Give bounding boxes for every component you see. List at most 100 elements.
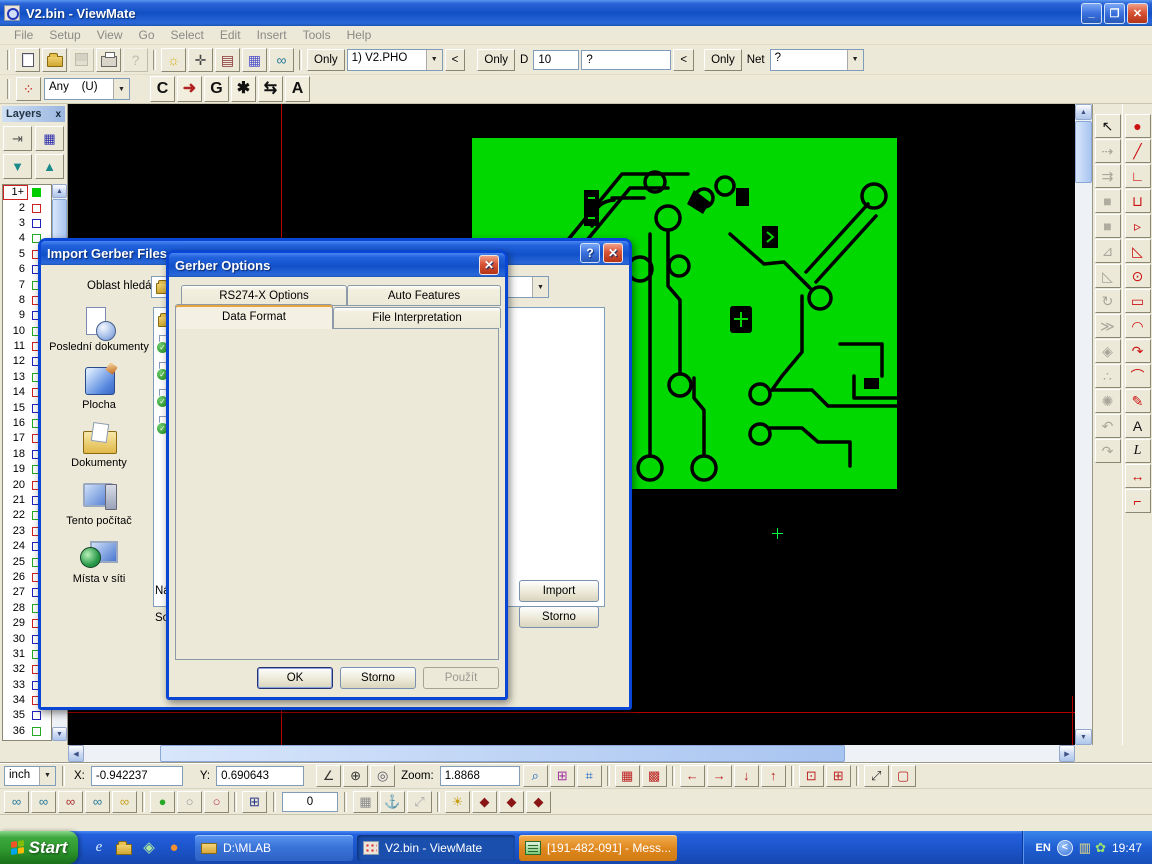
zoom-in-button[interactable]: ⌕ — [523, 765, 548, 787]
transfer-all-button[interactable]: ⇉ — [1095, 164, 1121, 188]
layer-swatch[interactable] — [32, 188, 41, 197]
dcode-arrow-button[interactable]: ➜ — [177, 76, 202, 102]
draw-sketch-button[interactable]: ✎ — [1125, 389, 1151, 413]
unit-combo[interactable]: inch ▼ — [4, 766, 56, 786]
chevron-down-icon[interactable]: ▼ — [847, 50, 863, 70]
layer-swatch[interactable] — [32, 204, 41, 213]
layer-combo[interactable]: 1) V2.PHO ▼ — [347, 49, 443, 71]
storno-button[interactable]: Storno — [340, 667, 416, 689]
place-recent-documents[interactable]: Poslední dokumenty — [49, 307, 149, 353]
pad-mode-button[interactable]: ◆ — [472, 791, 497, 813]
dcode-type-combo[interactable]: Any (U) ▼ — [44, 78, 130, 100]
menu-view[interactable]: View — [89, 27, 131, 43]
filled-square-alt-button[interactable]: ■ — [1095, 214, 1121, 238]
chevron-down-icon[interactable]: ▼ — [113, 79, 129, 99]
tab-data-format[interactable]: Data Format — [175, 304, 333, 329]
zoom-dcode-button[interactable]: ⌗ — [577, 765, 602, 787]
canvas-vertical-scrollbar[interactable]: ▲ ▼ — [1075, 104, 1092, 745]
draw-pad-button[interactable]: ● — [1125, 114, 1151, 138]
mirror-horizontal-button[interactable]: ◺ — [1095, 264, 1121, 288]
region-select-button[interactable]: ▢ — [891, 765, 916, 787]
anchor-button[interactable]: ⚓ — [380, 791, 405, 813]
layer-colors-button[interactable]: ▦ — [35, 126, 64, 151]
zoom-field[interactable]: 1.8868 — [440, 766, 520, 786]
help-button[interactable]: ? — [580, 243, 600, 263]
dcode-filter-input[interactable]: ? — [581, 50, 671, 70]
pad-scale-button[interactable]: ◆ — [499, 791, 524, 813]
scrollbar-thumb[interactable] — [1075, 121, 1092, 183]
scroll-up-icon[interactable]: ▲ — [52, 184, 67, 198]
menu-edit[interactable]: Edit — [212, 27, 249, 43]
mirror-vertical-button[interactable]: ⊿ — [1095, 239, 1121, 263]
previous-dcode-button[interactable]: < — [673, 49, 694, 71]
restore-button[interactable]: ❐ — [1104, 3, 1125, 24]
tab-auto-features[interactable]: Auto Features — [347, 285, 501, 306]
inspect-glasses-button[interactable]: ∞ — [269, 48, 294, 72]
internet-explorer-button[interactable]: e — [88, 836, 110, 860]
view-draw-glasses-button[interactable]: ∞ — [85, 791, 110, 813]
draw-arc-button[interactable]: ◠ — [1125, 314, 1151, 338]
redraw-button[interactable]: ☼ — [161, 48, 186, 72]
draw-curve-button[interactable]: ↷ — [1125, 339, 1151, 363]
draw-circle-button[interactable]: ⊙ — [1125, 264, 1151, 288]
dcode-g-button[interactable]: G — [204, 76, 229, 102]
settings-gear-button[interactable]: ✺ — [1095, 389, 1121, 413]
scroll-up-icon[interactable]: ▲ — [1075, 104, 1092, 120]
net-combo[interactable]: ? ▼ — [770, 49, 864, 71]
draw-vector-button[interactable]: ▹ — [1125, 214, 1151, 238]
scroll-left-icon[interactable]: ◀ — [68, 745, 84, 762]
im-status-icon[interactable]: ▥ — [1079, 840, 1091, 856]
previous-layer-button[interactable]: < — [445, 49, 466, 71]
draw-chord-button[interactable]: ⌒ — [1125, 364, 1151, 388]
folder-up-button[interactable] — [113, 836, 135, 860]
open-folder-button[interactable] — [42, 48, 67, 72]
tile-windows-button[interactable]: ⊞ — [242, 791, 267, 813]
tab-rs274x-options[interactable]: RS274-X Options — [181, 285, 347, 306]
move-layer-up-button[interactable]: ▲ — [35, 154, 64, 179]
scroll-down-icon[interactable]: ▼ — [1075, 729, 1092, 745]
resize-select-button[interactable]: ⤢ — [864, 765, 889, 787]
close-icon[interactable]: x — [55, 109, 61, 120]
view-film-box-button[interactable]: ▦ — [615, 765, 640, 787]
layer-row[interactable]: 2 — [3, 200, 51, 215]
close-button[interactable]: ✕ — [479, 255, 499, 275]
pad-dot-button[interactable]: ◆ — [526, 791, 551, 813]
dcode-swap-button[interactable]: ⇆ — [258, 76, 283, 102]
grid-step-field[interactable]: 0 — [282, 792, 338, 812]
place-my-computer[interactable]: Tento počítač — [49, 481, 149, 527]
canvas-horizontal-scrollbar[interactable]: ◀ ▶ — [68, 745, 1075, 762]
menu-tools[interactable]: Tools — [295, 27, 339, 43]
lamp-off-button[interactable]: ○ — [177, 791, 202, 813]
draw-text-button[interactable]: A — [1125, 414, 1151, 438]
only-dcode-button[interactable]: Only — [477, 49, 515, 71]
move-film-button[interactable]: ⊞ — [826, 765, 851, 787]
only-layer-button[interactable]: Only — [307, 49, 345, 71]
view-all-glasses-button[interactable]: ∞ — [112, 791, 137, 813]
view-flash-glasses-button[interactable]: ∞ — [58, 791, 83, 813]
only-net-button[interactable]: Only — [704, 49, 742, 71]
dcode-flash-button[interactable]: ✱ — [231, 76, 256, 102]
menu-help[interactable]: Help — [339, 27, 380, 43]
pou-t-button[interactable]: Použít — [423, 667, 499, 689]
scrollbar-thumb[interactable] — [160, 745, 845, 762]
transfer-button[interactable]: ⇢ — [1095, 139, 1121, 163]
draw-outline-button[interactable]: ⌐ — [1125, 489, 1151, 513]
place-network-places[interactable]: Místa v síti — [49, 539, 149, 585]
rotate-button[interactable]: ↻ — [1095, 289, 1121, 313]
menu-setup[interactable]: Setup — [41, 27, 88, 43]
media-player-button[interactable]: ◈ — [138, 836, 160, 860]
cancel-button[interactable]: Storno — [519, 606, 599, 628]
place-desktop[interactable]: Plocha — [49, 365, 149, 411]
scroll-down-icon[interactable]: ▼ — [52, 727, 67, 741]
y-coordinate-field[interactable]: 0.690643 — [216, 766, 304, 786]
menu-insert[interactable]: Insert — [249, 27, 295, 43]
colors-film-button[interactable]: ▦ — [242, 48, 267, 72]
undo-button[interactable]: ↶ — [1095, 414, 1121, 438]
menu-select[interactable]: Select — [163, 27, 212, 43]
flash-mode-button[interactable]: ☀ — [445, 791, 470, 813]
print-button[interactable] — [96, 48, 121, 72]
draw-dimension-button[interactable]: ↔ — [1125, 464, 1151, 488]
close-button[interactable]: ✕ — [603, 243, 623, 263]
view-traces-glasses-button[interactable]: ∞ — [31, 791, 56, 813]
x-coordinate-field[interactable]: -0.942237 — [91, 766, 183, 786]
